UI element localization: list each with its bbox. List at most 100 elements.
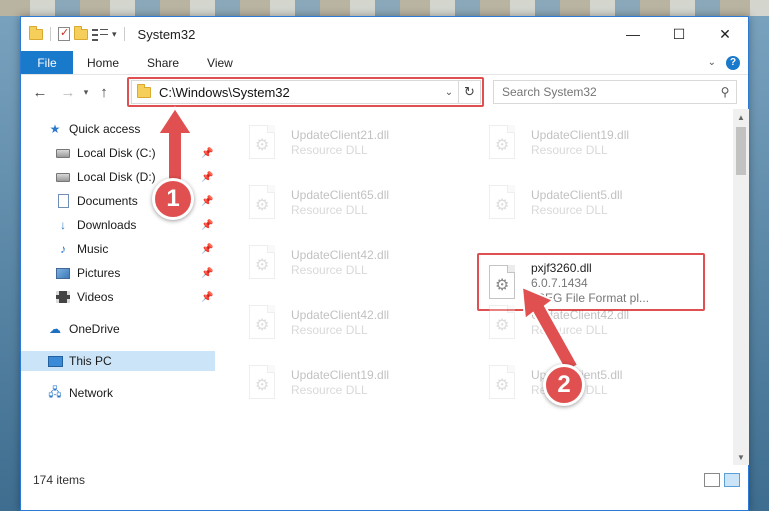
sidebar-item-onedrive[interactable]: ☁ OneDrive bbox=[47, 319, 120, 339]
drive-icon bbox=[56, 172, 70, 182]
back-arrow-icon[interactable]: ← bbox=[29, 81, 51, 103]
dll-file-icon: ⚙ bbox=[485, 363, 521, 403]
list-item[interactable]: ⚙ UpdateClient65.dll Resource DLL bbox=[239, 179, 469, 227]
window-title: System32 bbox=[137, 26, 196, 42]
address-dropdown-chevron-icon[interactable]: ⌄ bbox=[440, 87, 458, 98]
tab-file[interactable]: File bbox=[21, 51, 73, 74]
pin-icon: 📌 bbox=[201, 171, 214, 183]
file-name: UpdateClient42.dll bbox=[291, 248, 390, 262]
help-icon[interactable]: ? bbox=[726, 55, 740, 70]
sidebar-item-local-disk-c[interactable]: Local Disk (C:) 📌 bbox=[55, 143, 215, 163]
navigation-bar: ← → ▾ ↑ C:\Windows\System32 ⌄ ↻ ⚲ bbox=[21, 75, 748, 109]
star-icon: ★ bbox=[49, 122, 61, 136]
address-path[interactable]: C:\Windows\System32 bbox=[159, 85, 440, 100]
sidebar-item-label: Local Disk (D:) bbox=[77, 170, 156, 184]
pictures-icon bbox=[56, 267, 70, 279]
file-name: UpdateClient5.dll bbox=[531, 188, 623, 202]
sidebar-item-label: Network bbox=[69, 386, 114, 400]
file-name: UpdateClient42.dll bbox=[531, 308, 630, 322]
sidebar-item-videos[interactable]: Videos 📌 bbox=[55, 287, 215, 307]
sidebar-item-pictures[interactable]: Pictures 📌 bbox=[55, 263, 215, 283]
forward-arrow-icon[interactable]: → bbox=[57, 81, 79, 103]
file-list: ⚙ UpdateClient21.dll Resource DLL ⚙ Updat… bbox=[217, 109, 731, 465]
network-icon: 🖧 bbox=[48, 384, 62, 399]
ribbon-tabs: File Home Share View ⌄ ? bbox=[21, 51, 748, 75]
file-version: 6.0.7.1434 bbox=[531, 275, 588, 290]
qat-customize-chevron-icon[interactable]: ▾ bbox=[112, 29, 117, 40]
explorer-window: ▾ System32 — ☐ ✕ File Home Share View ⌄ … bbox=[20, 16, 749, 511]
close-button[interactable]: ✕ bbox=[702, 17, 748, 51]
list-item[interactable]: ⚙ UpdateClient21.dll Resource DLL bbox=[239, 119, 469, 167]
file-type: Resource DLL bbox=[291, 143, 368, 157]
step-2-badge: 2 bbox=[543, 364, 585, 406]
sidebar-item-music[interactable]: ♪ Music 📌 bbox=[55, 239, 215, 259]
list-item[interactable]: ⚙ UpdateClient19.dll Resource DLL bbox=[479, 119, 709, 167]
sidebar-item-network[interactable]: 🖧 Network bbox=[47, 383, 113, 403]
sidebar-item-label: Videos bbox=[77, 290, 114, 304]
download-icon: ↓ bbox=[60, 218, 66, 232]
refresh-icon[interactable]: ↻ bbox=[458, 81, 480, 103]
sidebar-item-label: Documents bbox=[77, 194, 138, 208]
file-name: UpdateClient42.dll bbox=[291, 308, 390, 322]
list-item[interactable]: ⚙ UpdateClient42.dll Resource DLL bbox=[479, 299, 709, 347]
qat-separator bbox=[50, 27, 51, 41]
sidebar-item-label: Music bbox=[77, 242, 109, 256]
search-icon[interactable]: ⚲ bbox=[714, 85, 736, 99]
sidebar-item-label: Local Disk (C:) bbox=[77, 146, 156, 160]
list-item[interactable]: ⚙ UpdateClient42.dll Resource DLL bbox=[239, 239, 469, 287]
sidebar-item-quick-access[interactable]: ★ Quick access bbox=[47, 119, 141, 139]
tab-view[interactable]: View bbox=[193, 51, 247, 74]
address-bar[interactable]: C:\Windows\System32 ⌄ ↻ bbox=[131, 80, 481, 104]
document-icon bbox=[57, 194, 69, 208]
dll-file-icon: ⚙ bbox=[245, 123, 281, 163]
scroll-thumb[interactable] bbox=[736, 127, 746, 175]
sidebar-item-downloads[interactable]: ↓ Downloads 📌 bbox=[55, 215, 215, 235]
recent-locations-chevron-icon[interactable]: ▾ bbox=[79, 87, 93, 98]
search-input[interactable] bbox=[502, 85, 714, 99]
minimize-button[interactable]: — bbox=[610, 17, 656, 51]
list-item[interactable]: ⚙ UpdateClient42.dll Resource DLL bbox=[239, 299, 469, 347]
cloud-icon: ☁ bbox=[49, 322, 61, 336]
file-type: Resource DLL bbox=[291, 383, 368, 397]
list-item[interactable]: ⚙ UpdateClient19.dll Resource DLL bbox=[239, 359, 469, 407]
status-bar: 174 items bbox=[21, 465, 748, 495]
list-item[interactable]: ⚙ UpdateClient5.dllResource DLL bbox=[479, 359, 709, 407]
sidebar-item-local-disk-d[interactable]: Local Disk (D:) 📌 bbox=[55, 167, 215, 187]
file-type: Resource DLL bbox=[531, 143, 608, 157]
tab-home[interactable]: Home bbox=[73, 51, 133, 74]
scroll-down-icon[interactable]: ▼ bbox=[733, 449, 749, 465]
sidebar-item-this-pc[interactable]: This PC bbox=[21, 351, 215, 371]
computer-icon bbox=[47, 355, 63, 367]
dll-file-icon: ⚙ bbox=[485, 303, 521, 343]
ribbon-right-controls: ⌄ ? bbox=[708, 51, 748, 74]
pin-icon: 📌 bbox=[201, 219, 214, 231]
pin-icon: 📌 bbox=[201, 291, 214, 303]
tiles-view-icon[interactable] bbox=[724, 473, 740, 487]
file-name: pxjf3260.dll bbox=[531, 260, 592, 275]
details-view-icon[interactable] bbox=[704, 473, 720, 487]
pin-icon: 📌 bbox=[201, 147, 214, 159]
pin-icon: 📌 bbox=[201, 243, 214, 255]
file-type: Resource DLL bbox=[291, 203, 368, 217]
title-bar: ▾ System32 — ☐ ✕ bbox=[21, 17, 748, 51]
quick-access-toolbar: ▾ bbox=[29, 25, 128, 41]
properties-check-icon[interactable] bbox=[58, 26, 70, 41]
up-arrow-icon[interactable]: ↑ bbox=[93, 81, 115, 103]
list-item[interactable]: ⚙ UpdateClient5.dllResource DLL bbox=[479, 179, 709, 227]
file-name: UpdateClient65.dll bbox=[291, 188, 390, 202]
file-type: Resource DLL bbox=[531, 323, 608, 337]
list-properties-icon[interactable] bbox=[92, 27, 108, 41]
vertical-scrollbar[interactable]: ▲ ▼ bbox=[733, 109, 749, 465]
expand-ribbon-chevron-icon[interactable]: ⌄ bbox=[708, 57, 716, 68]
search-box[interactable]: ⚲ bbox=[493, 80, 737, 104]
file-type: Resource DLL bbox=[291, 323, 368, 337]
wallpaper-strip bbox=[0, 0, 769, 16]
maximize-button[interactable]: ☐ bbox=[656, 17, 702, 51]
tab-share[interactable]: Share bbox=[133, 51, 193, 74]
file-name: UpdateClient19.dll bbox=[291, 368, 390, 382]
new-folder-icon[interactable] bbox=[74, 25, 88, 40]
dll-file-icon: ⚙ bbox=[245, 243, 281, 283]
sidebar-item-label: OneDrive bbox=[69, 322, 120, 336]
scroll-up-icon[interactable]: ▲ bbox=[733, 109, 749, 125]
qat-separator-2 bbox=[123, 27, 125, 41]
